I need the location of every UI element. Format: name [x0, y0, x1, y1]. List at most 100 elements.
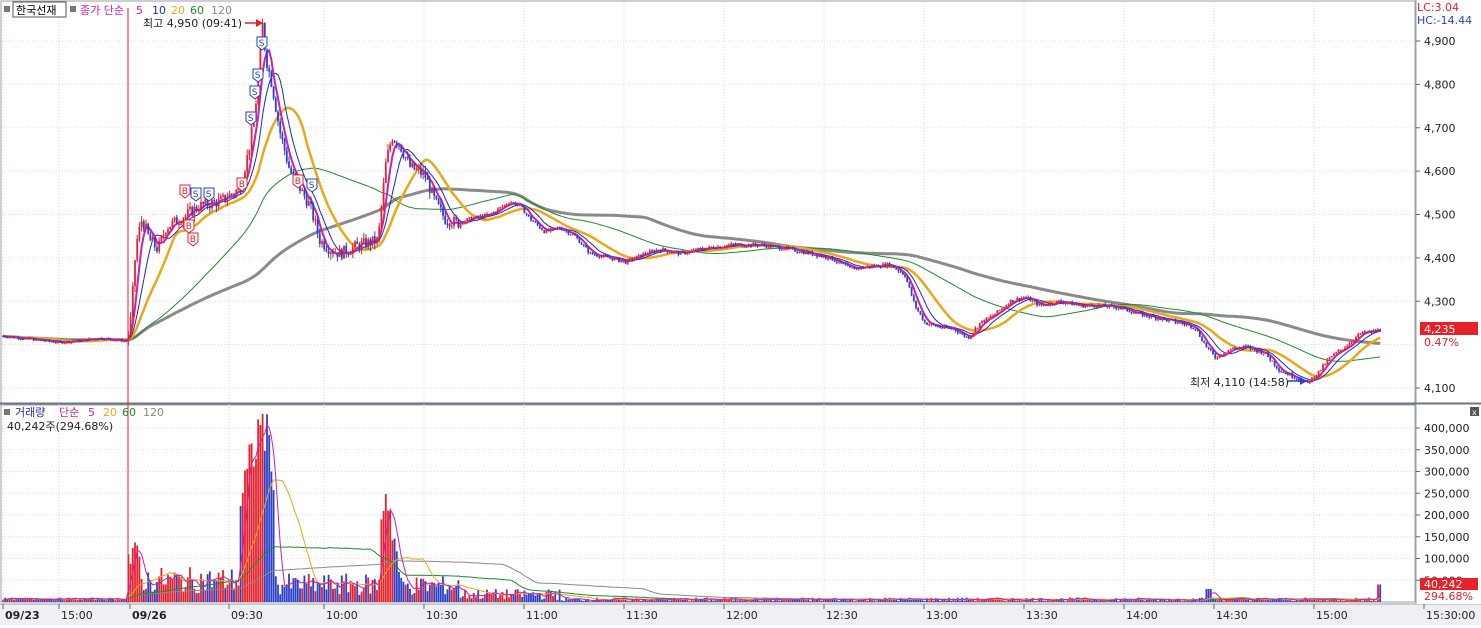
- candle-body: [120, 339, 123, 342]
- volume-bar: [457, 580, 460, 602]
- candle-body: [1333, 353, 1335, 356]
- volume-bar: [288, 573, 290, 602]
- volume-bar: [230, 569, 233, 602]
- candle-body: [1368, 330, 1371, 332]
- volume-bar: [398, 571, 400, 602]
- candle-body: [1260, 350, 1263, 355]
- legend-toggle-icon[interactable]: [4, 6, 10, 12]
- candle-body: [1220, 354, 1223, 356]
- candle-body: [167, 229, 169, 234]
- signal-badge-letter: B: [182, 187, 188, 197]
- volume-bar: [1014, 600, 1016, 602]
- volume-bar: [600, 600, 603, 602]
- volume-bar: [435, 586, 438, 602]
- volume-bar: [1374, 601, 1377, 602]
- candle-body: [1315, 375, 1318, 379]
- volume-bar: [772, 601, 774, 602]
- candle-body: [754, 243, 757, 245]
- volume-bar: [464, 589, 466, 602]
- signal-badge-letter: S: [255, 71, 261, 81]
- candle-body: [107, 338, 110, 340]
- volume-bar: [325, 589, 328, 602]
- candle-body: [1372, 330, 1375, 333]
- volume-legend-toggle-icon[interactable]: [4, 409, 10, 415]
- candle-body: [74, 340, 77, 342]
- candle-body: [138, 227, 141, 239]
- volume-bar: [184, 587, 187, 602]
- volume-bar: [560, 600, 563, 602]
- candle-body: [428, 179, 431, 193]
- candle-body: [915, 300, 917, 308]
- candle-body: [637, 254, 640, 256]
- ma-legend-5: 5: [136, 4, 143, 17]
- volume-bar: [1291, 600, 1294, 602]
- candle-body: [1060, 300, 1063, 302]
- volume-tick-label: 200,000: [1424, 509, 1470, 522]
- ma-legend-toggle-icon[interactable]: [70, 6, 76, 12]
- candle-body: [321, 241, 323, 244]
- candle-body: [340, 248, 343, 259]
- candle-body: [1319, 370, 1322, 372]
- volume-bar: [714, 600, 717, 602]
- candle-body: [1130, 312, 1133, 314]
- volume-bar: [743, 600, 746, 602]
- candle-body: [706, 248, 708, 250]
- candle-body: [536, 222, 539, 226]
- time-tick-label: 15:30:00: [1426, 609, 1475, 622]
- candle-body: [382, 182, 385, 207]
- candle-body: [446, 223, 449, 225]
- candle-body: [712, 247, 715, 249]
- candle-body: [413, 163, 416, 170]
- candle-body: [587, 247, 590, 254]
- candle-body: [19, 338, 22, 340]
- volume-bar: [26, 598, 29, 602]
- volume-current: 40,242주(294.68%): [7, 420, 113, 433]
- candle-body: [798, 252, 801, 254]
- volume-bar: [978, 600, 981, 602]
- volume-bar: [321, 587, 323, 602]
- candle-body: [266, 49, 268, 69]
- volume-bar: [459, 597, 462, 602]
- candle-body: [888, 262, 891, 267]
- volume-tick-label: 100,000: [1424, 553, 1470, 566]
- volume-bar: [180, 577, 183, 602]
- candle-body: [481, 215, 484, 218]
- volume-bar: [274, 576, 277, 602]
- volume-bar: [932, 600, 935, 602]
- candle-body: [1018, 298, 1021, 301]
- candle-body: [800, 251, 803, 253]
- candle-body: [134, 260, 136, 287]
- candle-body: [728, 244, 730, 246]
- volume-bar: [1337, 600, 1340, 602]
- volume-bar: [431, 582, 433, 602]
- candle-body: [901, 272, 904, 275]
- candle-body: [1203, 341, 1206, 343]
- volume-bar: [314, 591, 317, 602]
- candle-body: [486, 213, 488, 215]
- volume-bar: [809, 600, 812, 602]
- volume-bar: [1220, 600, 1223, 602]
- candle-body: [169, 226, 172, 230]
- candle-body: [1073, 304, 1076, 306]
- candle-body: [701, 248, 704, 250]
- candle-body: [398, 145, 400, 147]
- candle-body: [329, 252, 332, 255]
- candle-body: [373, 236, 376, 244]
- candle-body: [516, 204, 519, 206]
- volume-bar: [61, 599, 64, 602]
- volume-bar: [420, 578, 422, 602]
- candle-body: [116, 340, 119, 342]
- candle-body: [35, 338, 37, 341]
- stock-chart[interactable]: BBBBBSSSSSSS 4,900 4,800 4,700 4,600 4,500 4,…: [0, 0, 1481, 625]
- candle-body: [989, 315, 992, 318]
- candle-body: [318, 233, 321, 244]
- candle-body: [554, 227, 557, 229]
- volume-bar: [1209, 588, 1212, 602]
- volume-bar: [1044, 601, 1047, 602]
- volume-bar: [305, 584, 308, 602]
- candle-body: [976, 327, 979, 329]
- volume-bar: [334, 588, 337, 602]
- volume-bar: [224, 587, 227, 602]
- volume-bar: [160, 568, 163, 602]
- volume-bar: [332, 589, 334, 602]
